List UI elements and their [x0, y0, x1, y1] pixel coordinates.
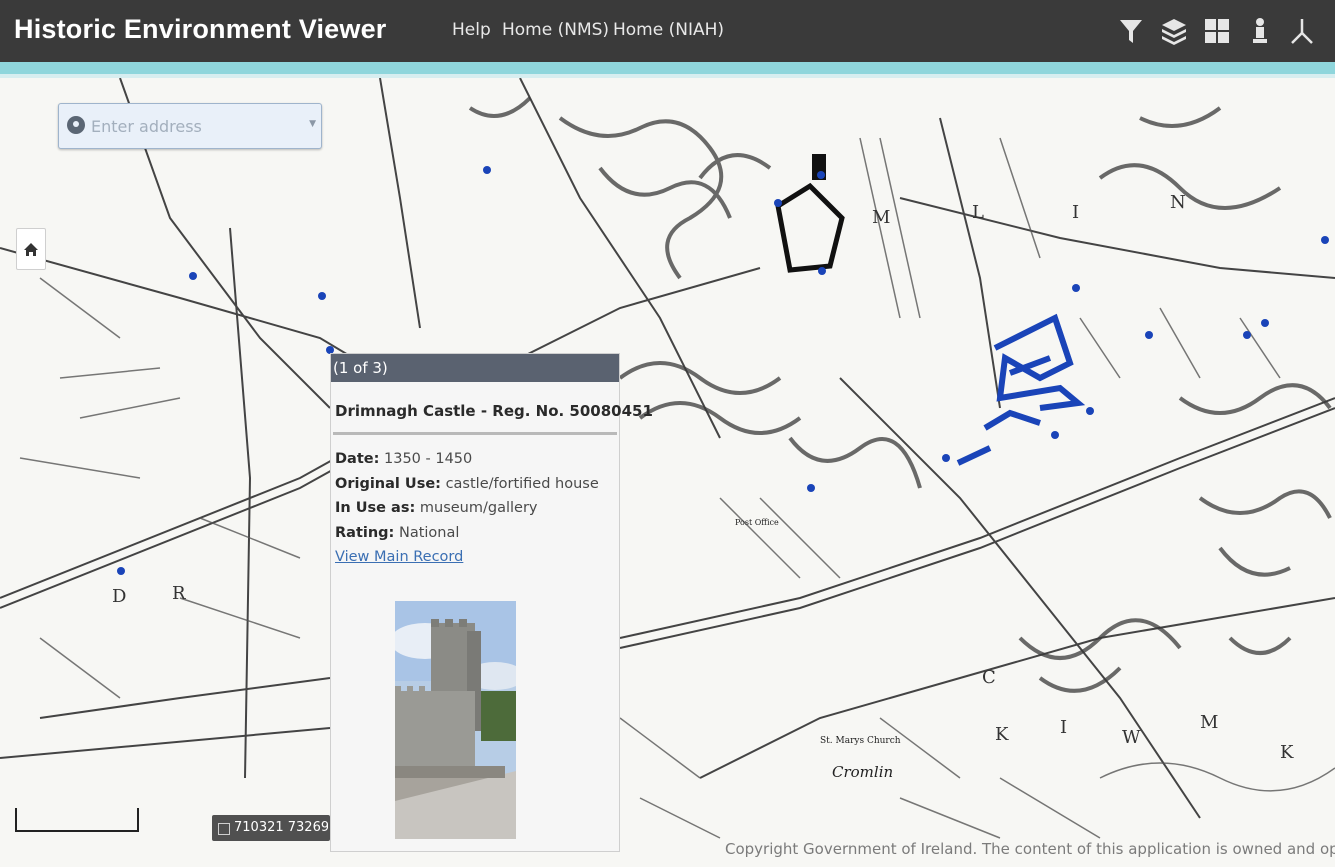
svg-text:N: N — [1170, 192, 1186, 213]
crosshair-icon[interactable] — [218, 823, 230, 835]
coordinate-value: 710321 732690 — [234, 820, 328, 835]
nav-help[interactable]: Help — [452, 20, 491, 40]
header-accent-bar — [0, 62, 1335, 74]
coordinate-readout: 710321 732690 — [212, 815, 330, 841]
svg-text:R: R — [172, 583, 186, 604]
home-icon — [24, 243, 38, 256]
popup-divider — [333, 432, 617, 435]
feature-popup: (1 of 3) Drimnagh Castle - Reg. No. 5008… — [330, 353, 653, 852]
svg-text:W: W — [1122, 727, 1141, 748]
chevron-down-icon[interactable]: ▼ — [309, 119, 316, 129]
castle-photo — [395, 601, 516, 839]
filter-icon[interactable] — [1117, 16, 1145, 46]
nav-home-niah[interactable]: Home (NIAH) — [613, 20, 724, 40]
map-label-church: St. Marys Church — [820, 736, 901, 746]
popup-title: Drimnagh Castle - Reg. No. 50080451 — [335, 402, 653, 420]
measure-icon[interactable] — [1288, 16, 1316, 46]
location-pin-icon — [66, 115, 86, 135]
svg-text:D: D — [112, 586, 126, 607]
field-original-use: Original Use: castle/fortified house — [335, 475, 599, 492]
app-title: Historic Environment Viewer — [14, 14, 387, 44]
address-search[interactable]: ▼ — [58, 103, 322, 149]
search-input[interactable] — [89, 114, 303, 138]
popup-pager[interactable]: (1 of 3) — [333, 359, 388, 377]
popup-fields: Date: 1350 - 1450 Original Use: castle/f… — [335, 447, 599, 570]
field-in-use-as: In Use as: museum/gallery — [335, 500, 538, 516]
person-icon[interactable] — [1246, 16, 1274, 46]
home-button[interactable] — [16, 228, 46, 270]
map-canvas[interactable]: M L I N C K I W M K D R Cromlin St. Mary… — [0, 78, 1335, 867]
svg-text:K: K — [995, 724, 1009, 745]
scale-bar — [15, 808, 139, 832]
view-main-record-link[interactable]: View Main Record — [335, 549, 463, 565]
field-rating: Rating: National — [335, 524, 460, 541]
svg-text:M: M — [872, 207, 890, 228]
popup-header: (1 of 3) — [331, 354, 619, 382]
svg-text:L: L — [972, 202, 984, 223]
svg-text:C: C — [982, 667, 996, 688]
map-label-cromlin: Cromlin — [832, 763, 894, 781]
copyright-text: Copyright Government of Ireland. The con… — [725, 840, 1335, 858]
svg-text:M: M — [1200, 712, 1218, 733]
layers-icon[interactable] — [1160, 16, 1188, 46]
grid-icon[interactable] — [1203, 16, 1231, 46]
svg-text:I: I — [1072, 202, 1079, 223]
top-bar: Historic Environment Viewer Help Home (N… — [0, 0, 1335, 62]
svg-text:I: I — [1060, 717, 1067, 738]
map-label-post-office: Post Office — [735, 518, 779, 527]
svg-text:K: K — [1280, 742, 1294, 763]
historic-map: M L I N C K I W M K D R — [0, 78, 1335, 867]
field-date: Date: 1350 - 1450 — [335, 451, 473, 467]
nav-home-nms[interactable]: Home (NMS) — [502, 20, 609, 40]
